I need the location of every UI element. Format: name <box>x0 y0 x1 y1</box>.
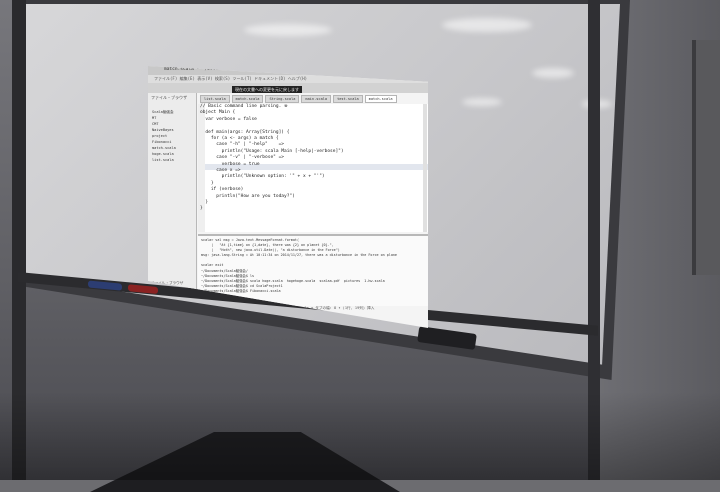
ceiling-light-reflection <box>462 98 502 106</box>
code-line[interactable]: var verbose = false <box>200 117 257 123</box>
sidebar-title: ファイル・ブラウザ <box>151 95 187 100</box>
document-tabs[interactable]: list.scala match.scala String.scala main… <box>200 95 397 103</box>
document-tab[interactable]: list.scala <box>200 95 230 103</box>
ceiling-light-reflection <box>244 24 332 36</box>
file-browser-sidebar[interactable]: ファイル・ブラウザ Scala勉強会 MT CMT NaiveBayes pro… <box>148 93 197 293</box>
code-line[interactable]: } <box>200 206 203 212</box>
terminal-line: scala> val msg = Java.text.MessageFormat… <box>201 238 299 242</box>
terminal-line: | "At {1,time} on {1,date}, there was {2… <box>201 243 334 247</box>
document-tab[interactable]: String.scala <box>265 95 300 103</box>
marker <box>128 284 158 294</box>
ceiling-light-reflection <box>532 68 574 78</box>
code-line[interactable]: println("How are you today?") <box>200 194 295 200</box>
document-tab[interactable]: test.scala <box>333 95 363 103</box>
terminal-line: scala> exit <box>201 263 224 267</box>
terminal-line: | "Hoth", new java.util.Date(), "a distu… <box>201 248 340 252</box>
code-line[interactable]: println("Unknown option: '" + x + "'") <box>200 174 325 180</box>
ceiling-light-reflection <box>442 18 532 32</box>
door-frame <box>692 40 720 275</box>
editor-scrollbar[interactable] <box>423 104 427 232</box>
document-tab-active[interactable]: match.scala <box>364 95 397 103</box>
terminal-line: msg: java.lang.String = At 10:11:34 on 2… <box>201 253 397 257</box>
document-tab[interactable]: match.scala <box>231 95 264 103</box>
menu-items[interactable]: ファイル(F) 編集(E) 表示(V) 検索(S) ツール(T) ドキュメント(… <box>154 76 307 82</box>
sidebar-item[interactable]: list.scala <box>152 157 176 163</box>
document-tab[interactable]: main.scala <box>301 95 332 103</box>
toolbar-tooltip: 現在の文書への変更を元に戻します <box>232 86 302 93</box>
sidebar-file-list[interactable]: Scala勉強会 MT CMT NaiveBayes project Fibon… <box>152 109 176 163</box>
bottom-shadow <box>0 392 720 480</box>
code-editor[interactable]: // Basic command line parsing. ※ object … <box>198 104 428 232</box>
